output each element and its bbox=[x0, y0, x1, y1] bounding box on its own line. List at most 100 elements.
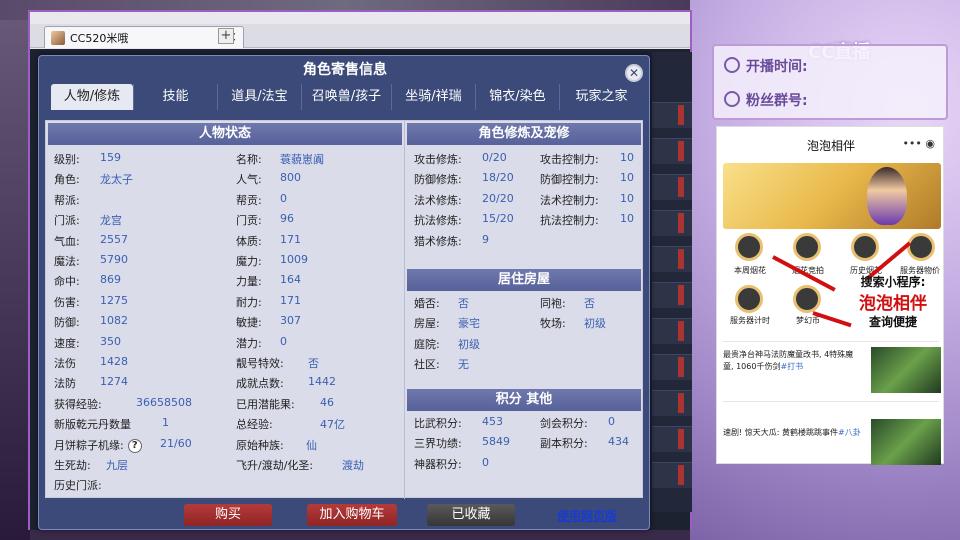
miniapp-banner[interactable] bbox=[723, 163, 941, 229]
field-value: 否 bbox=[308, 357, 319, 370]
field-row: 抗法控制力: 10 bbox=[540, 212, 634, 228]
field-label: 庭院: bbox=[414, 337, 440, 351]
fireworks-icon[interactable] bbox=[735, 233, 763, 261]
timer-icon[interactable] bbox=[735, 285, 763, 313]
add-to-cart-button[interactable]: 加入购物车 bbox=[307, 504, 397, 526]
field-row: 剑会积分: 0 bbox=[540, 415, 615, 431]
field-label: 神器积分: bbox=[414, 457, 462, 471]
field-row: 比武积分: 453 bbox=[414, 415, 503, 431]
field-label: 总经验: bbox=[236, 418, 273, 432]
news-thumbnail[interactable] bbox=[871, 419, 941, 465]
field-row: 耐力: 171 bbox=[236, 294, 301, 310]
field-row: 获得经验: 36658508 bbox=[54, 396, 192, 412]
field-value: 96 bbox=[280, 212, 294, 226]
field-label: 攻击修炼: bbox=[414, 153, 462, 166]
field-row: 敏捷: 307 bbox=[236, 314, 301, 330]
field-value: 初级 bbox=[458, 337, 480, 351]
list-item[interactable] bbox=[652, 246, 692, 272]
field-label: 副本积分: bbox=[540, 437, 588, 451]
news-thumbnail[interactable] bbox=[871, 347, 941, 393]
promo-search: 搜索小程序: bbox=[860, 275, 926, 289]
tab-player-home[interactable]: 玩家之家 bbox=[559, 84, 643, 110]
field-row: 抗法修炼: 15/20 bbox=[414, 212, 514, 228]
field-value: 453 bbox=[482, 415, 503, 428]
history-icon[interactable] bbox=[851, 233, 879, 261]
tab-character[interactable]: 人物/修炼 bbox=[51, 84, 133, 110]
field-label: 法防 bbox=[54, 377, 76, 391]
field-row: 历史门派: bbox=[54, 477, 102, 493]
field-value: 1082 bbox=[100, 314, 128, 328]
price-icon[interactable] bbox=[907, 233, 935, 261]
field-row: 潜力: 0 bbox=[236, 335, 287, 351]
item-icon bbox=[678, 357, 684, 377]
list-item[interactable] bbox=[652, 354, 692, 380]
item-icon bbox=[678, 105, 684, 125]
list-item[interactable] bbox=[652, 138, 692, 164]
list-item[interactable] bbox=[652, 102, 692, 128]
field-label: 魔法: bbox=[54, 255, 80, 268]
new-tab-button[interactable]: + bbox=[218, 28, 234, 44]
favorited-button[interactable]: 已收藏 bbox=[427, 504, 515, 526]
field-label: 级别: bbox=[54, 153, 80, 166]
field-value: 1274 bbox=[100, 375, 128, 389]
field-value: 仙 bbox=[306, 438, 317, 452]
field-label: 婚否: bbox=[414, 297, 440, 310]
divider bbox=[723, 341, 939, 342]
field-value: 1009 bbox=[280, 253, 308, 266]
news-item[interactable]: 速剧! 惊天大瓜: 黄鹤楼跳跳事件#八卦 bbox=[723, 427, 863, 439]
list-item[interactable] bbox=[652, 426, 692, 452]
section-title-housing: 居住房屋 bbox=[407, 269, 641, 291]
tab-pets[interactable]: 召唤兽/孩子 bbox=[301, 84, 391, 110]
group-icon bbox=[724, 91, 740, 107]
field-row: 帮派: bbox=[54, 192, 80, 208]
item-icon bbox=[678, 393, 684, 413]
field-label: 速度: bbox=[54, 336, 80, 350]
field-row: 防御: 1082 bbox=[54, 314, 128, 330]
field-row: 攻击修炼: 0/20 bbox=[414, 151, 507, 167]
field-label: 帮贡: bbox=[236, 193, 262, 207]
list-item[interactable] bbox=[652, 282, 692, 308]
coin-icon[interactable] bbox=[793, 285, 821, 313]
divider bbox=[723, 401, 939, 402]
miniapp-panel: 泡泡相伴 ••• ◉ 本周烟花 烟花竞拍 历史烟花 服务器物价 服务器计时 梦幻… bbox=[716, 126, 944, 465]
field-label: 生死劫: bbox=[54, 459, 91, 472]
list-item[interactable] bbox=[652, 462, 692, 488]
field-label: 成就点数: bbox=[236, 377, 284, 391]
field-value: 800 bbox=[280, 171, 301, 185]
tab-outfits[interactable]: 锦衣/染色 bbox=[475, 84, 559, 110]
field-label: 防御修炼: bbox=[414, 173, 462, 187]
field-label: 伤害: bbox=[54, 295, 80, 309]
auction-icon[interactable] bbox=[793, 233, 821, 261]
tab-items[interactable]: 道具/法宝 bbox=[217, 84, 301, 110]
field-row: 月饼粽子机缘:? 21/60 bbox=[54, 437, 192, 453]
section-title-status: 人物状态 bbox=[48, 123, 402, 145]
news-item[interactable]: 最贵净台神马法防魔童改书, 4特殊魔童, 1060千伤剑#打书 bbox=[723, 349, 863, 373]
field-value: 307 bbox=[280, 314, 301, 328]
tab-mounts[interactable]: 坐骑/祥瑞 bbox=[391, 84, 475, 110]
field-label: 原始种族: bbox=[236, 438, 284, 452]
field-value: 15/20 bbox=[482, 212, 514, 226]
column-divider bbox=[404, 121, 405, 499]
more-options-icon[interactable]: ••• ◉ bbox=[902, 137, 935, 150]
field-value: 1442 bbox=[308, 375, 336, 389]
field-value: 0 bbox=[280, 191, 287, 205]
live-time-row: 开播时间: bbox=[724, 56, 808, 76]
field-row: 靓号特效: 否 bbox=[236, 355, 319, 371]
field-label: 猎术修炼: bbox=[414, 234, 462, 248]
buy-button[interactable]: 购买 bbox=[184, 504, 272, 526]
web-version-link[interactable]: 使用网页版 bbox=[557, 507, 617, 524]
field-value: 1428 bbox=[100, 355, 128, 368]
item-icon bbox=[678, 429, 684, 449]
field-value: 0 bbox=[280, 334, 287, 348]
list-item[interactable] bbox=[652, 174, 692, 200]
fan-group-row: 粉丝群号: bbox=[724, 90, 808, 110]
list-item[interactable] bbox=[652, 390, 692, 416]
browser-tab[interactable]: CC520米哦 × bbox=[44, 26, 244, 48]
tab-skills[interactable]: 技能 bbox=[133, 84, 217, 110]
list-item[interactable] bbox=[652, 210, 692, 236]
field-label: 牧场: bbox=[540, 317, 566, 331]
field-row: 门派: 龙宫 bbox=[54, 212, 122, 228]
close-icon[interactable]: ✕ bbox=[625, 64, 643, 82]
list-item[interactable] bbox=[652, 318, 692, 344]
help-icon[interactable]: ? bbox=[127, 438, 142, 453]
